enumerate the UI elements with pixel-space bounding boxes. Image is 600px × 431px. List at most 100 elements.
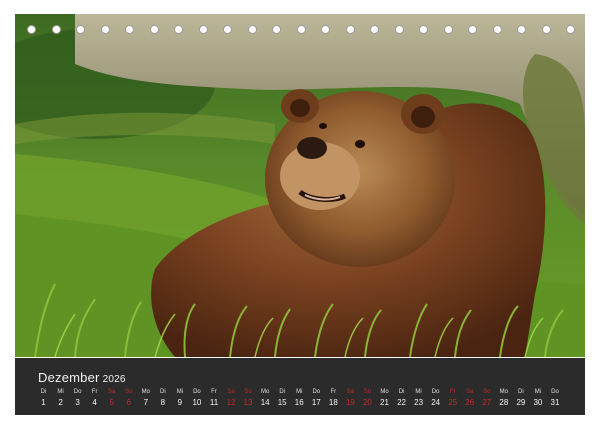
month-year: 2026 xyxy=(102,374,126,385)
weekday-label: Sa xyxy=(108,389,116,395)
weekday-label: Di xyxy=(40,389,47,395)
binding-ring xyxy=(76,25,85,34)
day-cell: Do 3 xyxy=(69,388,86,409)
day-cell: Fr 25 xyxy=(444,388,461,409)
weekday-label: So xyxy=(363,389,372,395)
day-cell: So 27 xyxy=(478,388,495,409)
weekday-label: Mi xyxy=(57,389,64,395)
binding-ring xyxy=(27,25,36,34)
day-cell: Mo 7 xyxy=(137,388,154,409)
day-number: 1 xyxy=(41,398,46,407)
binding-ring xyxy=(247,25,257,34)
binding-ring xyxy=(125,25,134,34)
weekday-label: Mo xyxy=(499,389,509,395)
day-number: 7 xyxy=(143,398,149,407)
day-cell: Di 8 xyxy=(154,388,171,409)
weekday-label: Do xyxy=(431,389,440,395)
binding-ring xyxy=(149,25,159,34)
day-number: 15 xyxy=(277,398,287,407)
day-cell: Sa 12 xyxy=(223,388,240,409)
day-cell: Mo 14 xyxy=(257,388,274,409)
weekday-label: Do xyxy=(312,389,321,395)
day-cell: Mi 16 xyxy=(291,388,308,409)
day-number: 3 xyxy=(75,398,80,407)
day-number: 14 xyxy=(260,398,270,407)
day-number: 23 xyxy=(414,398,424,407)
weekday-label: Di xyxy=(160,389,166,395)
day-cell: Do 31 xyxy=(547,388,564,409)
day-number: 18 xyxy=(328,398,338,407)
weekday-label: So xyxy=(125,389,133,395)
day-cell: Sa 19 xyxy=(342,388,359,409)
day-number: 6 xyxy=(126,398,131,407)
day-cell: Fr 11 xyxy=(206,388,223,409)
day-number: 28 xyxy=(499,398,509,407)
calendar-bar: Dezember 2026 Di 1 Mi 2 Do 3 Fr 4 Sa 5 So 6 Mo 7 Di 8 Mi 9… xyxy=(15,358,585,415)
day-number: 17 xyxy=(311,398,321,407)
weekday-label: Sa xyxy=(346,389,355,395)
day-cell: Di 22 xyxy=(393,388,410,409)
binding-rings xyxy=(15,25,585,39)
calendar-page: Dezember 2026 Di 1 Mi 2 Do 3 Fr 4 Sa 5 So 6 Mo 7 Di 8 Mi 9… xyxy=(0,0,600,431)
weekday-label: Do xyxy=(551,389,559,395)
weekday-label: Mi xyxy=(296,389,303,395)
bear-icon xyxy=(15,14,585,357)
binding-ring xyxy=(566,25,575,34)
weekday-label: Mi xyxy=(176,389,184,395)
day-cell: Di 1 xyxy=(35,388,52,409)
day-cell: So 20 xyxy=(359,388,376,409)
day-cell: So 6 xyxy=(120,388,137,409)
binding-ring xyxy=(198,25,208,34)
day-cell: Sa 5 xyxy=(103,388,120,409)
weekday-label: Mo xyxy=(260,389,270,395)
day-number: 2 xyxy=(58,398,63,407)
binding-ring xyxy=(345,25,355,34)
weekday-label: Fr xyxy=(211,389,217,395)
bear-photo xyxy=(15,14,585,357)
binding-ring xyxy=(419,25,428,34)
binding-ring xyxy=(468,25,477,34)
day-cell: Do 24 xyxy=(427,388,444,409)
day-cell: Mi 23 xyxy=(410,388,427,409)
day-cell: Mi 30 xyxy=(529,388,546,409)
month-title: Dezember 2026 xyxy=(38,370,126,385)
weekday-label: Sa xyxy=(227,389,235,395)
day-number: 16 xyxy=(294,398,304,407)
day-number: 24 xyxy=(431,398,441,407)
day-cell: Di 15 xyxy=(274,388,291,409)
weekday-label: Fr xyxy=(330,389,337,395)
binding-ring xyxy=(51,25,61,34)
binding-ring xyxy=(272,25,281,34)
weekday-label: Do xyxy=(193,389,201,395)
day-number: 31 xyxy=(550,398,560,407)
binding-ring xyxy=(370,25,379,34)
day-number: 8 xyxy=(160,398,166,407)
day-number: 5 xyxy=(109,398,114,407)
day-number: 27 xyxy=(482,398,492,407)
day-cell: Mi 2 xyxy=(52,388,69,409)
weekday-label: Mi xyxy=(415,389,422,395)
day-number: 25 xyxy=(448,398,458,407)
weekday-label: So xyxy=(244,389,252,395)
day-cell: Fr 18 xyxy=(325,388,342,409)
binding-ring xyxy=(517,25,526,34)
weekday-label: Mo xyxy=(380,389,389,395)
weekday-label: Fr xyxy=(449,389,456,395)
binding-ring xyxy=(492,25,502,34)
day-number: 12 xyxy=(226,398,236,407)
binding-ring xyxy=(174,25,183,34)
day-number: 20 xyxy=(362,398,372,407)
month-name: Dezember xyxy=(38,370,100,385)
binding-ring xyxy=(223,25,232,34)
day-number: 21 xyxy=(380,398,389,407)
day-number: 13 xyxy=(243,398,253,407)
weekday-label: Fr xyxy=(91,389,98,395)
binding-ring xyxy=(100,25,110,34)
day-cell: Do 17 xyxy=(308,388,325,409)
binding-ring xyxy=(541,25,551,34)
day-number: 19 xyxy=(345,398,355,407)
weekday-label: Di xyxy=(398,389,405,395)
weekday-label: So xyxy=(483,389,491,395)
day-cell: Fr 4 xyxy=(86,388,103,409)
day-cell: So 13 xyxy=(240,388,257,409)
